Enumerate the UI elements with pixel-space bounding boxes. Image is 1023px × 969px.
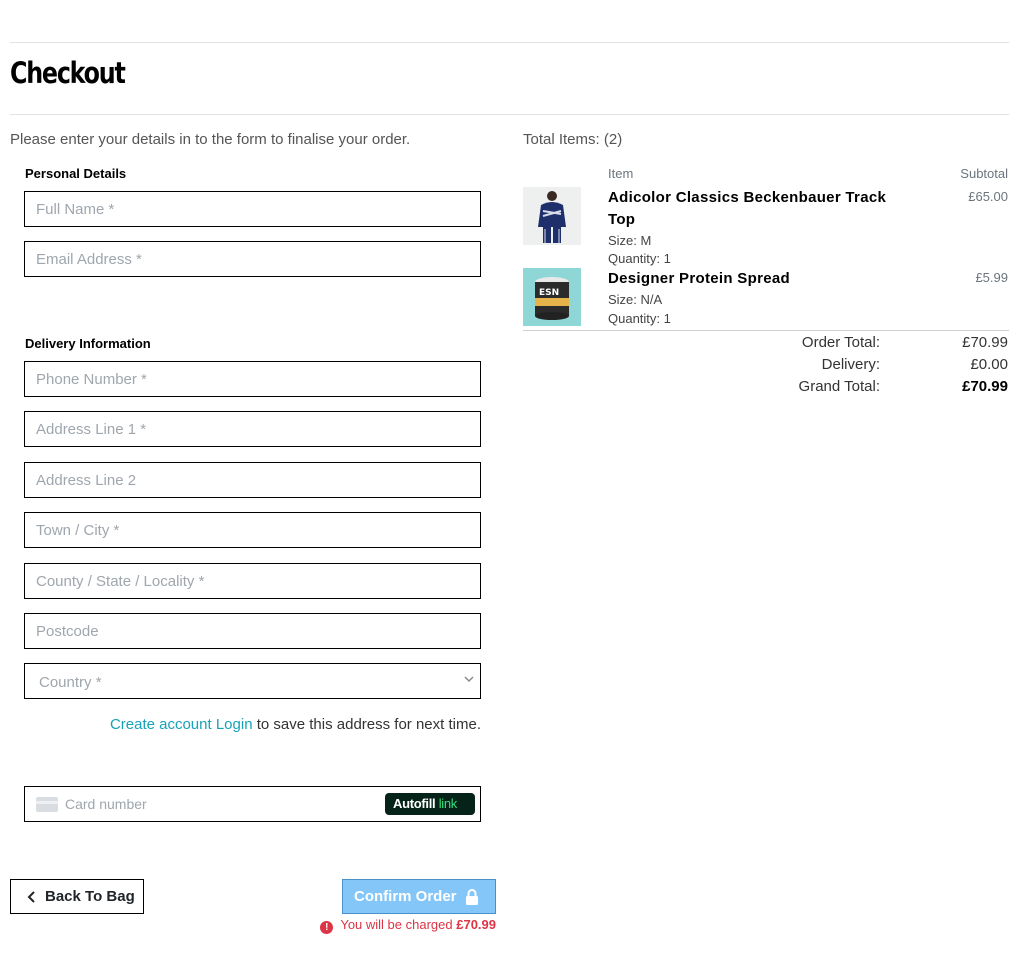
product-size: Size: N/A [608, 292, 663, 307]
product-name: Designer Protein Spread [608, 270, 790, 287]
address-line-2-field[interactable] [24, 462, 481, 498]
card-number-field[interactable]: Card number Autofill link [24, 786, 481, 822]
back-to-bag-label: Back To Bag [45, 888, 135, 905]
chevron-down-icon [464, 676, 474, 683]
protein-tub-product-image: ESN [523, 268, 581, 326]
delivery-value: £0.00 [970, 356, 1008, 373]
product-size: Size: M [608, 233, 652, 248]
autofill-link-word: link [438, 796, 458, 811]
create-account-link[interactable]: Create account [110, 716, 212, 733]
order-total-value: £70.99 [962, 334, 1008, 351]
back-to-bag-button[interactable]: Back To Bag [10, 879, 144, 914]
delivery-information-heading: Delivery Information [25, 336, 151, 351]
confirm-order-button[interactable]: Confirm Order [342, 879, 496, 914]
header-divider-top [10, 42, 1009, 43]
page-title: Checkout [10, 56, 126, 90]
lock-icon [466, 889, 478, 905]
credit-card-icon [36, 797, 58, 812]
personal-details-heading: Personal Details [25, 166, 127, 181]
card-number-placeholder: Card number [65, 796, 147, 812]
product-name-continued: Top [608, 211, 636, 228]
autofill-link-button[interactable]: Autofill link [385, 793, 475, 815]
grand-total-value: £70.99 [962, 378, 1008, 395]
intro-text: Please enter your details in to the form… [10, 131, 411, 148]
charge-prefix: You will be charged [340, 917, 453, 932]
charge-amount: £70.99 [456, 917, 496, 932]
alert-circle-icon: ! [320, 921, 334, 934]
track-top-product-image [523, 187, 581, 245]
header-divider-bottom [10, 114, 1009, 115]
product-price: £5.99 [975, 270, 1008, 285]
phone-number-field[interactable] [24, 361, 481, 397]
item-column-header: Item [608, 166, 634, 181]
account-note-suffix: to save this address for next time. [256, 716, 481, 733]
product-quantity: Quantity: 1 [608, 251, 671, 266]
chevron-left-icon [27, 891, 35, 903]
county-field[interactable] [24, 563, 481, 599]
country-select[interactable]: Country * [24, 663, 481, 699]
full-name-field[interactable] [24, 191, 481, 227]
confirm-order-label: Confirm Order [354, 888, 457, 905]
summary-divider [523, 330, 1009, 331]
product-quantity: Quantity: 1 [608, 311, 671, 326]
charge-notice: ! You will be charged £70.99 [320, 917, 496, 934]
postcode-field[interactable] [24, 613, 481, 649]
country-select-value: Country * [39, 674, 102, 691]
autofill-label: Autofill [393, 796, 436, 811]
subtotal-column-header: Subtotal [960, 166, 1008, 181]
address-line-1-field[interactable] [24, 411, 481, 447]
order-total-label: Order Total: [801, 334, 880, 351]
total-items-count: Total Items: (2) [523, 131, 623, 148]
product-name: Adicolor Classics Beckenbauer Track [608, 189, 887, 206]
account-note: Create account Login to save this addres… [110, 716, 481, 733]
town-city-field[interactable] [24, 512, 481, 548]
login-link[interactable]: Login [216, 716, 253, 733]
product-price: £65.00 [968, 189, 1008, 204]
grand-total-label: Grand Total: [798, 378, 880, 395]
svg-text:ESN: ESN [539, 288, 559, 298]
delivery-label: Delivery: [821, 356, 880, 373]
email-field[interactable] [24, 241, 481, 277]
